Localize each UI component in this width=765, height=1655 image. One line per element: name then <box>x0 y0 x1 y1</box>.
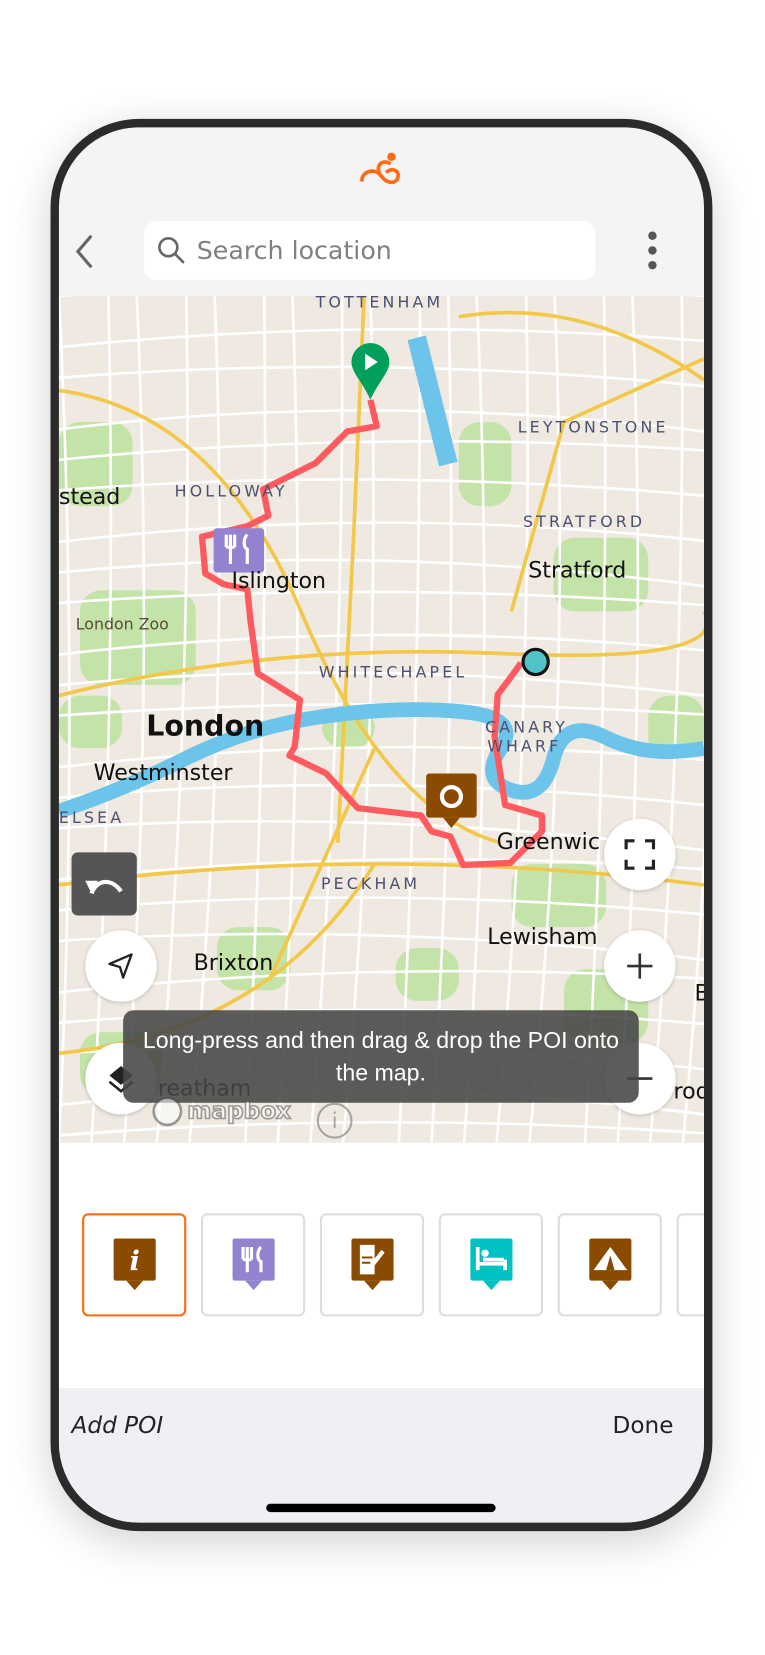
reservoir <box>407 335 458 467</box>
notes-icon <box>350 1238 394 1291</box>
map-label: WHARF <box>487 736 562 756</box>
poi-tile[interactable] <box>676 1213 704 1317</box>
mapbox-text: mapbox <box>187 1097 292 1125</box>
hotel-bed-icon <box>469 1238 512 1291</box>
navigation-arrow-icon <box>108 953 133 979</box>
street <box>58 327 704 349</box>
street <box>58 478 704 497</box>
search-placeholder: Search location <box>196 235 392 266</box>
map-label: Greenwic <box>496 829 600 855</box>
map-label: HOLLOWAY <box>174 481 288 501</box>
poi-tray: i <box>58 1142 704 1388</box>
map-view[interactable]: TOTTENHAM LEYTONSTONE HOLLOWAY stead STRATFO… <box>58 295 704 1143</box>
poi-tile[interactable] <box>200 1213 306 1317</box>
map-label: rod <box>673 1078 704 1104</box>
street <box>58 439 704 462</box>
plus-icon <box>627 953 653 979</box>
more-vertical-icon <box>648 231 657 270</box>
map-label: ELSEA <box>58 808 125 828</box>
undo-icon <box>85 879 123 895</box>
map-label: Westminster <box>93 759 233 786</box>
zoom-in-button[interactable] <box>604 930 676 1002</box>
camera-poi-marker <box>426 773 477 818</box>
done-button[interactable]: Done <box>613 1413 674 1439</box>
fullscreen-button[interactable] <box>604 818 676 891</box>
map-label: London <box>146 710 265 743</box>
more-vertical-button[interactable] <box>642 230 663 272</box>
map-label: B <box>695 981 704 1006</box>
map-label: London Zoo <box>75 614 169 634</box>
info-attribution-icon[interactable]: i <box>316 1102 353 1139</box>
poi-tile[interactable] <box>319 1213 425 1317</box>
add-poi-title: Add POI <box>71 1413 164 1440</box>
restaurant-icon <box>232 1238 275 1291</box>
poi-tile[interactable]: i <box>82 1213 187 1317</box>
street <box>58 896 704 916</box>
map-label: LEYTONSTONE <box>517 417 669 437</box>
cyclist-logo-icon <box>356 148 409 190</box>
poi-tile[interactable] <box>438 1213 543 1317</box>
map-label: STRATFORD <box>522 512 646 532</box>
bottom-bar: Add POI Done <box>58 1387 704 1523</box>
park-area <box>458 421 512 507</box>
svg-text:i: i <box>129 1245 139 1277</box>
locate-button[interactable] <box>85 930 157 1002</box>
undo-button[interactable] <box>71 852 137 916</box>
home-indicator <box>266 1503 496 1513</box>
street <box>58 783 704 807</box>
map-label: PECKHAM <box>320 874 421 894</box>
map-label: CANARY <box>485 717 569 737</box>
poi-tile[interactable] <box>557 1213 662 1317</box>
chevron-left-icon <box>75 235 93 268</box>
map-label: TOTTENHAM <box>315 295 444 312</box>
map-label: Stratford <box>528 557 627 583</box>
start-marker <box>351 343 390 400</box>
mapbox-logo[interactable]: mapbox <box>152 1095 292 1127</box>
map-label: Islington <box>231 568 327 594</box>
back-button[interactable] <box>69 233 101 271</box>
map-label: stead <box>58 484 121 510</box>
end-marker <box>521 647 550 677</box>
map-label: Lewisham <box>487 923 598 950</box>
map-label: WHITECHAPEL <box>318 662 468 682</box>
search-input[interactable]: Search location <box>144 220 596 280</box>
info-icon: i <box>113 1238 156 1291</box>
hint-toast: Long-press and then drag & drop the POI … <box>123 1010 639 1103</box>
fullscreen-icon <box>624 839 656 870</box>
search-icon <box>158 237 185 264</box>
phone-frame: Search location TOTTENHAM LEYTONSTONE HOLL… <box>50 118 713 1532</box>
campsite-tent-icon <box>588 1238 631 1291</box>
map-label: Brixton <box>193 950 274 976</box>
restaurant-poi-marker <box>213 528 265 573</box>
